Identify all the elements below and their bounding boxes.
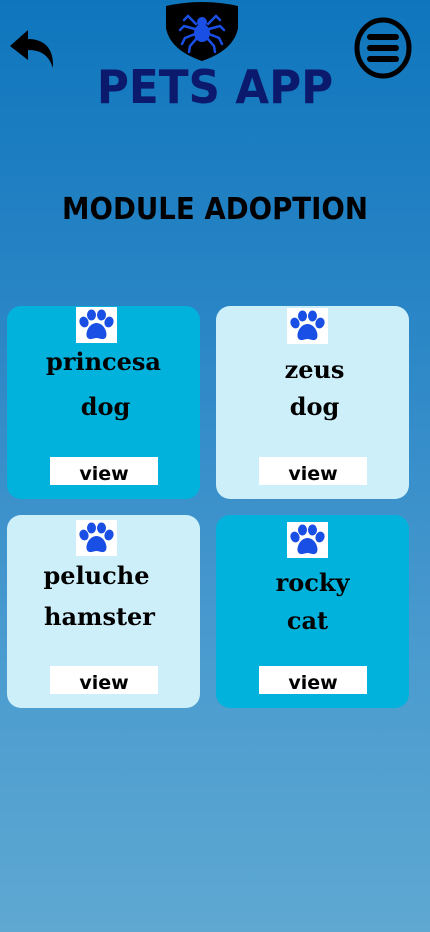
view-button[interactable]: view xyxy=(50,457,158,485)
pet-name: princesa xyxy=(46,347,161,376)
pet-type: hamster xyxy=(44,602,155,631)
pet-type: dog xyxy=(289,392,340,421)
pet-name: rocky xyxy=(275,568,350,597)
pet-card-princesa: princesa dog view xyxy=(7,306,200,499)
paw-icon xyxy=(287,522,328,558)
paw-icon xyxy=(76,520,117,556)
app-title: PETS APP xyxy=(96,60,334,114)
pet-type: dog xyxy=(80,392,131,421)
paw-icon xyxy=(287,308,328,344)
pet-name: peluche xyxy=(43,561,150,590)
pet-card-zeus: zeus dog view xyxy=(216,306,409,499)
view-button[interactable]: view xyxy=(259,457,367,485)
pet-card-peluche: peluche hamster view xyxy=(7,515,200,708)
pet-type: cat xyxy=(286,606,329,635)
spider-shield-icon xyxy=(166,2,238,61)
paw-icon xyxy=(76,307,117,343)
pet-name: zeus xyxy=(284,355,345,384)
app-logo xyxy=(164,2,240,62)
view-button[interactable]: view xyxy=(50,666,158,694)
view-button[interactable]: view xyxy=(259,666,367,694)
pet-card-rocky: rocky cat view xyxy=(216,515,409,708)
section-title: MODULE ADOPTION xyxy=(62,192,368,227)
